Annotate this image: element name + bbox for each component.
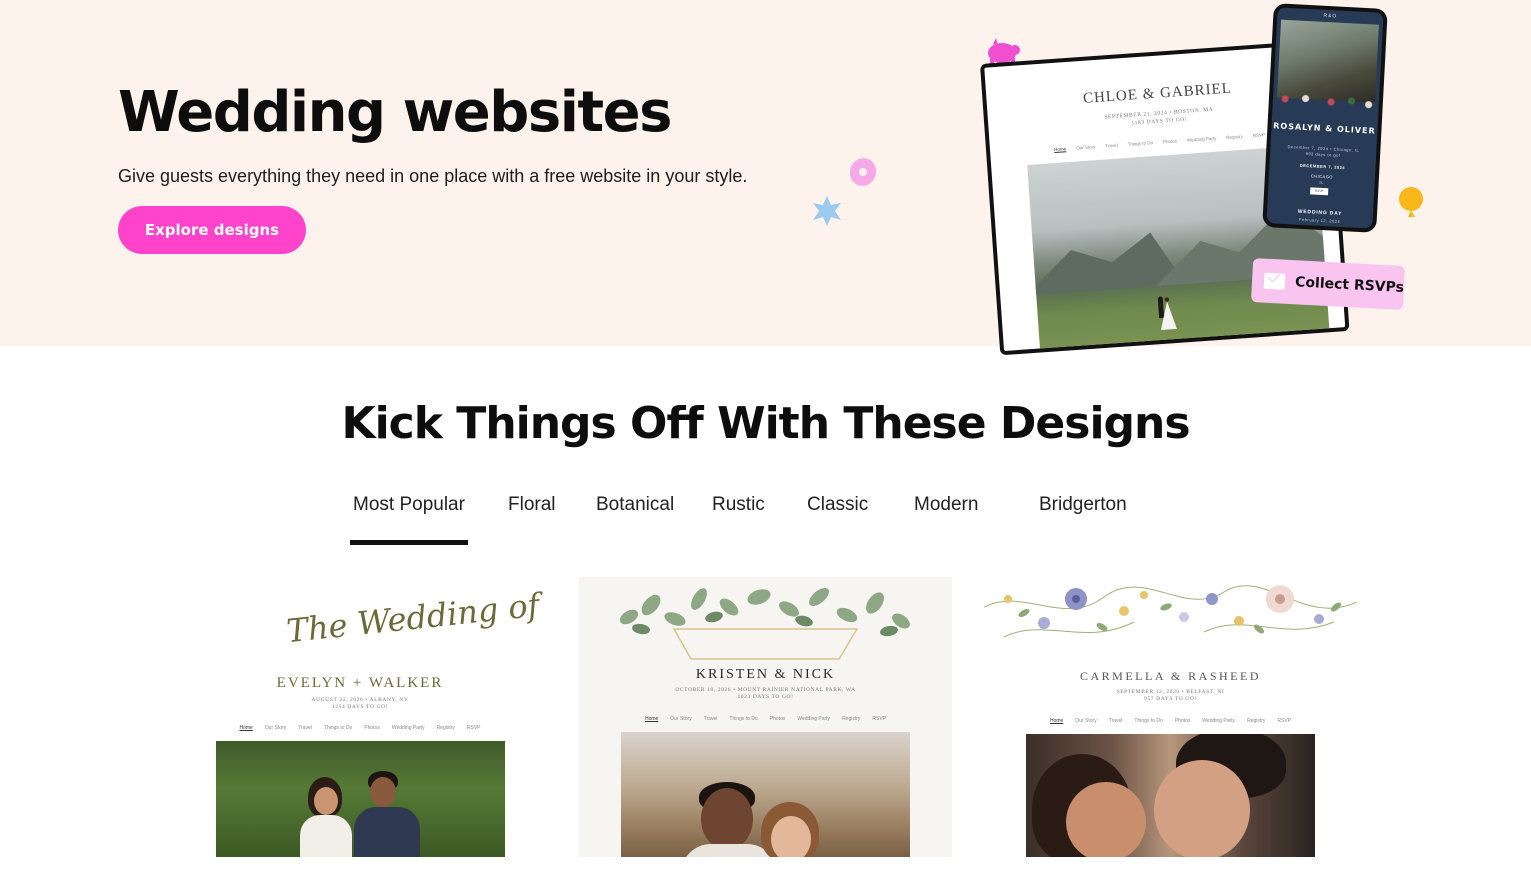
card-date-line: AUGUST 22, 2026 • ALBANY, NY 1254 DAYS T… — [311, 697, 409, 710]
collect-rsvps-badge: Collect RSVPs — [1250, 258, 1406, 310]
card-nav: Home Our Story Travel Things to Do Photo… — [239, 725, 481, 731]
phone-website-preview: R&O ROSALYN & OLIVER December 7, 2024 • … — [1262, 3, 1388, 233]
wildflower-garland-decoration — [984, 585, 1357, 638]
script-heading: The Wedding of — [284, 585, 542, 651]
pink-ring-decoration — [845, 154, 881, 190]
design-card-evelyn-walker[interactable]: The Wedding of EVELYN + WALKER AUGUST 22… — [174, 577, 546, 857]
active-tab-indicator — [350, 540, 468, 545]
design-card-kristen-nick[interactable]: KRISTEN & NICK OCTOBER 18, 2026 • MOUNT … — [579, 577, 952, 857]
card-nav: Home Our Story Travel Things to Do Photo… — [1049, 718, 1292, 724]
tab-most-popular[interactable]: Most Popular — [353, 494, 465, 516]
design-category-tabs: Most Popular Floral Botanical Rustic Cla… — [0, 494, 1531, 550]
hero-banner: Wedding websites Give guests everything … — [0, 0, 1531, 356]
phone-rsvp-button: RSVP — [1309, 187, 1329, 196]
phone-couple-photo — [1277, 19, 1379, 103]
card-couple-photo — [216, 741, 505, 857]
card-date-line: OCTOBER 18, 2026 • MOUNT RAINIER NATIONA… — [675, 687, 856, 700]
card-couple-photo — [621, 732, 910, 857]
eucalyptus-garland-decoration — [619, 588, 910, 660]
tab-rustic[interactable]: Rustic — [712, 494, 765, 516]
phone-couple-names: ROSALYN & OLIVER — [1273, 121, 1376, 136]
hero-subtitle: Give guests everything they need in one … — [118, 166, 748, 186]
tab-classic[interactable]: Classic — [807, 494, 868, 516]
preview-nav: Home Our Story Travel Things to Do Photo… — [1053, 132, 1266, 153]
yellow-balloon-decoration — [1399, 187, 1423, 217]
card-date-line: SEPTEMBER 12, 2026 • BELFAST, NI 957 DAY… — [1116, 689, 1225, 702]
card-couple-names: CARMELLA & RASHEED — [1079, 669, 1261, 683]
tab-bridgerton[interactable]: Bridgerton — [1039, 494, 1127, 516]
card-couple-names: EVELYN + WALKER — [276, 675, 444, 691]
hero-title: Wedding websites — [118, 80, 672, 145]
card-couple-photo — [1026, 734, 1315, 857]
blue-star-decoration — [813, 196, 841, 226]
explore-designs-button[interactable]: Explore designs — [118, 206, 306, 254]
tab-floral[interactable]: Floral — [508, 494, 556, 516]
card-couple-names: KRISTEN & NICK — [695, 667, 836, 682]
design-card-carmella-rasheed[interactable]: CARMELLA & RASHEED SEPTEMBER 12, 2026 • … — [984, 577, 1357, 857]
tab-botanical[interactable]: Botanical — [596, 494, 674, 516]
tab-modern[interactable]: Modern — [914, 494, 978, 516]
designs-section-title: Kick Things Off With These Designs — [341, 398, 1190, 449]
card-nav: Home Our Story Travel Things to Do Photo… — [644, 716, 887, 722]
envelope-icon — [1263, 272, 1286, 290]
